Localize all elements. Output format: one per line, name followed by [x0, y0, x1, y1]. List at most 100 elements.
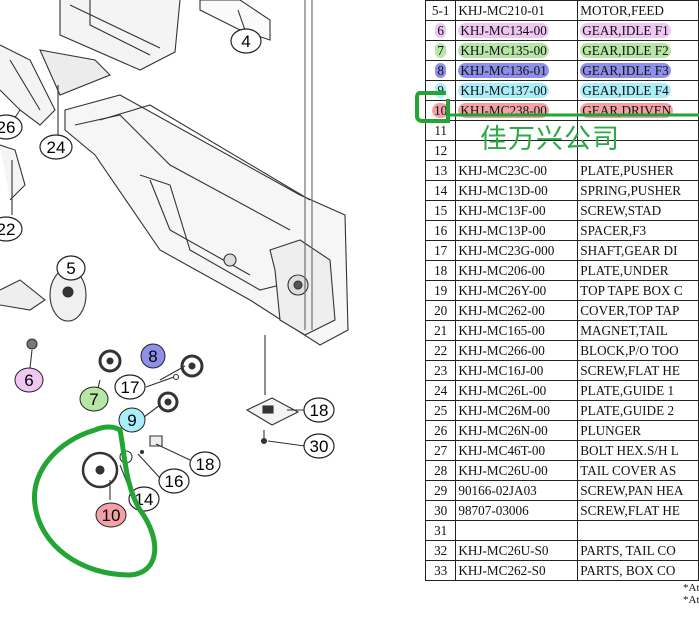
callout-10: 10: [95, 502, 127, 528]
cell-item-number: 21: [424, 320, 457, 341]
cell-text: KHJ-MC266-00: [458, 343, 545, 358]
cell-item-number: 33: [424, 560, 457, 581]
callout-18-label: 18: [310, 401, 329, 420]
callout-8: 8: [140, 343, 166, 369]
cell-description: PARTS, BOX CO: [577, 560, 699, 581]
cell-description: SPRING,PUSHER: [577, 180, 699, 201]
callout-4-label: 4: [241, 32, 250, 51]
cell-text: SCREW,PAN HEA: [580, 483, 684, 498]
cell-text: KHJ-MC136-01: [458, 63, 549, 78]
cell-text: KHJ-MC262-00: [458, 303, 545, 318]
cell-text: KHJ-MC262-S0: [458, 563, 546, 578]
cell-text: KHJ-MC13D-00: [458, 183, 548, 198]
cell-item-number: 8: [424, 60, 457, 81]
cell-description: PLUNGER: [577, 420, 699, 441]
cell-text: 28: [434, 463, 448, 478]
cell-text: KHJ-MC26Y-00: [458, 283, 547, 298]
cell-text: KHJ-MC26U-00: [458, 463, 548, 478]
cell-item-number: 16: [424, 220, 457, 241]
cell-text: KHJ-MC26U-S0: [458, 543, 549, 558]
cell-part-number: KHJ-MC134-00: [455, 20, 579, 41]
cell-description: GEAR,IDLE F1: [577, 20, 699, 41]
cell-item-number: 27: [424, 440, 457, 461]
cell-text: KHJ-MC13P-00: [458, 223, 546, 238]
cell-text: KHJ-MC165-00: [458, 323, 545, 338]
cell-text: MAGNET,TAIL: [580, 323, 668, 338]
cell-description: BOLT HEX.S/H L: [577, 440, 699, 461]
cell-text: KHJ-MC23C-00: [458, 163, 548, 178]
callout-26: 24: [39, 134, 73, 160]
parts-list-table: 5-1 KHJ-MC210-01 MOTOR,FEED 6 KHJ-MC134-00 GE…: [424, 0, 699, 581]
cell-item-number: 15: [424, 200, 457, 221]
table-row: 32 KHJ-MC26U-S0 PARTS, TAIL CO: [424, 540, 699, 561]
table-row: 17 KHJ-MC23G-000 SHAFT,GEAR DI: [424, 240, 699, 261]
cell-text: 8: [435, 63, 446, 78]
cell-item-number: 24: [424, 380, 457, 401]
cell-item-number: 19: [424, 280, 457, 301]
cell-text: 23: [434, 363, 448, 378]
cell-part-number: KHJ-MC262-S0: [455, 560, 579, 581]
cell-text: BLOCK,P/O TOO: [580, 343, 679, 358]
cell-description: MAGNET,TAIL: [577, 320, 699, 341]
cell-text: 27: [434, 443, 448, 458]
cell-part-number: KHJ-MC13F-00: [455, 200, 579, 221]
callout-30-label: 30: [310, 437, 329, 456]
cell-description: BLOCK,P/O TOO: [577, 340, 699, 361]
cell-description: PARTS, TAIL CO: [577, 540, 699, 561]
cell-text: 5-1: [431, 3, 450, 18]
cell-part-number: KHJ-MC26U-S0: [455, 540, 579, 561]
callout-17-label: 18: [196, 455, 215, 474]
table-row: 20 KHJ-MC262-00 COVER,TOP TAP: [424, 300, 699, 321]
cell-part-number: KHJ-MC206-00: [455, 260, 579, 281]
callout-7-label: 7: [89, 390, 98, 409]
cell-item-number: 23: [424, 360, 457, 381]
cell-text: 33: [434, 563, 448, 578]
cell-text: 31: [434, 523, 448, 538]
cell-text: PLUNGER: [580, 423, 642, 438]
cell-description: SCREW,FLAT HE: [577, 500, 699, 521]
table-row: 31: [424, 520, 699, 541]
callout-5-label: 5: [66, 259, 75, 278]
cell-text: 32: [434, 543, 448, 558]
feeder-frame: [0, 0, 349, 500]
cell-text: 30: [434, 503, 448, 518]
callout-5: 5: [56, 255, 86, 281]
cell-description: PLATE,UNDER: [577, 260, 699, 281]
cell-text: 26: [434, 423, 448, 438]
cell-item-number: 22: [424, 340, 457, 361]
table-row: 24 KHJ-MC26L-00 PLATE,GUIDE 1: [424, 380, 699, 401]
cell-text: 7: [435, 43, 446, 58]
cell-text: 25: [434, 403, 448, 418]
cell-item-number: 30: [424, 500, 457, 521]
table-row: 29 90166-02JA03 SCREW,PAN HEA: [424, 480, 699, 501]
cell-text: 24: [434, 383, 448, 398]
cell-text: PLATE,PUSHER: [580, 163, 674, 178]
cell-text: 90166-02JA03: [458, 483, 537, 498]
callout-16-label: 17: [121, 378, 140, 397]
callout-26-label: 24: [47, 138, 66, 157]
exploded-parts-diagram: 4 26 24 22 5 6 7 8 17 9 18 16 14 10 18 3…: [0, 0, 349, 578]
cell-part-number: KHJ-MC165-00: [455, 320, 579, 341]
cell-text: SCREW,FLAT HE: [580, 503, 680, 518]
cell-text: KHJ-MC46T-00: [458, 443, 546, 458]
callout-14-label: 16: [165, 472, 184, 491]
table-row: 21 KHJ-MC165-00 MAGNET,TAIL: [424, 320, 699, 341]
callout-24-label: 26: [0, 118, 15, 137]
cell-description: TAIL COVER AS: [577, 460, 699, 481]
cell-item-number: 31: [424, 520, 457, 541]
cell-item-number: 25: [424, 400, 457, 421]
cell-text: SHAFT,GEAR DI: [580, 243, 678, 258]
cell-text: SCREW,FLAT HE: [580, 363, 680, 378]
cell-part-number: KHJ-MC26Y-00: [455, 280, 579, 301]
cell-part-number: KHJ-MC13D-00: [455, 180, 579, 201]
cell-text: PLATE,GUIDE 2: [580, 403, 675, 418]
callout-14: 16: [158, 468, 190, 494]
cell-description: COVER,TOP TAP: [577, 300, 699, 321]
table-row: 16 KHJ-MC13P-00 SPACER,F3: [424, 220, 699, 241]
cell-text: MOTOR,FEED: [580, 3, 664, 18]
cell-text: KHJ-MC16J-00: [458, 363, 544, 378]
cell-text: 6: [435, 23, 446, 38]
table-row: 33 KHJ-MC262-S0 PARTS, BOX CO: [424, 560, 699, 581]
cell-text: 19: [434, 283, 448, 298]
cell-description: MOTOR,FEED: [577, 0, 699, 21]
